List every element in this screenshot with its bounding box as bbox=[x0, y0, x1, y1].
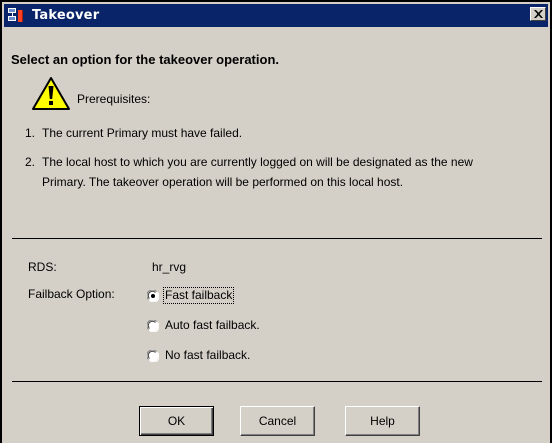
prerequisite-text: The local host to which you are currentl… bbox=[42, 155, 473, 189]
takeover-dialog: Takeover Select an option for the takeov… bbox=[0, 0, 552, 443]
separator bbox=[12, 238, 542, 239]
dialog-heading: Select an option for the takeover operat… bbox=[11, 52, 279, 67]
radio-label[interactable]: No fast failback. bbox=[165, 348, 250, 363]
prerequisites-label: Prerequisites: bbox=[77, 92, 151, 106]
rds-value: hr_rvg bbox=[152, 260, 187, 274]
title-bar[interactable]: Takeover bbox=[4, 4, 548, 27]
prerequisite-number: 1. bbox=[25, 126, 36, 140]
radio-selected-icon[interactable] bbox=[146, 289, 160, 303]
radio-unselected-icon[interactable] bbox=[146, 319, 160, 333]
prerequisite-number: 2. bbox=[25, 155, 36, 169]
ok-button[interactable]: OK bbox=[139, 406, 214, 436]
warning-icon bbox=[31, 76, 71, 112]
cancel-button[interactable]: Cancel bbox=[240, 406, 315, 436]
rds-label: RDS: bbox=[28, 260, 57, 274]
failback-option-label: Failback Option: bbox=[28, 287, 115, 301]
prerequisite-text: The current Primary must have failed. bbox=[42, 126, 243, 140]
separator bbox=[12, 381, 542, 382]
radio-unselected-icon[interactable] bbox=[146, 349, 160, 363]
radio-label[interactable]: Auto fast failback. bbox=[165, 318, 260, 333]
window-title: Takeover bbox=[32, 8, 100, 23]
close-button[interactable] bbox=[530, 7, 546, 21]
radio-label[interactable]: Fast failback bbox=[162, 287, 235, 304]
help-button[interactable]: Help bbox=[345, 406, 420, 436]
application-icon bbox=[8, 7, 30, 24]
